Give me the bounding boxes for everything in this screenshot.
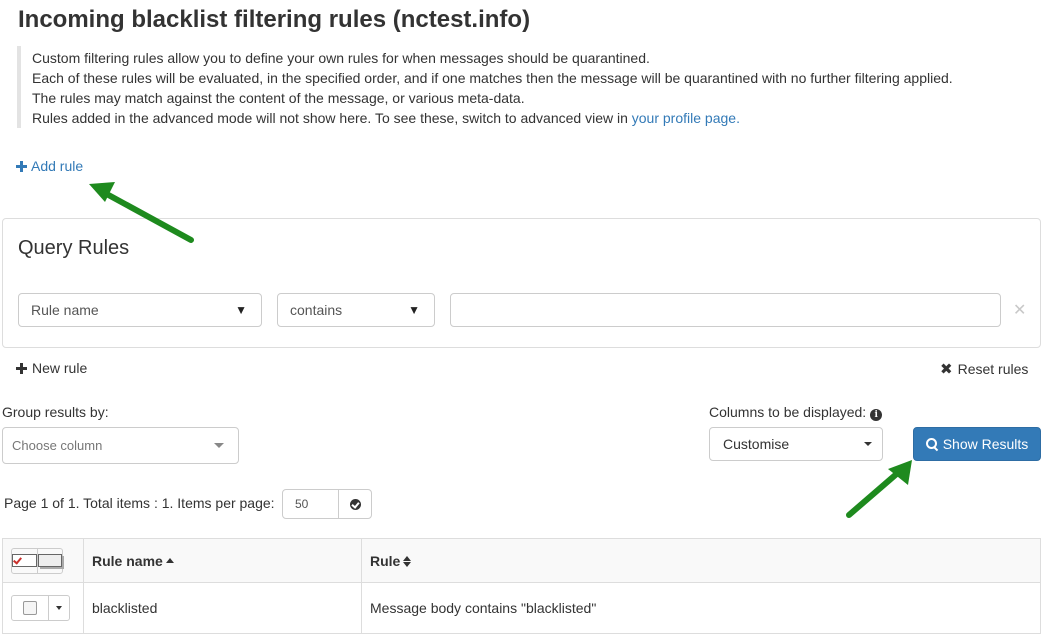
new-rule-button[interactable]: New rule bbox=[16, 360, 87, 376]
columns-label: Columns to be displayed: bbox=[709, 404, 867, 420]
rule-value-input[interactable] bbox=[450, 293, 1001, 327]
add-rule-label: Add rule bbox=[31, 158, 84, 174]
bulk-select-buttons bbox=[11, 547, 63, 574]
advanced-note: Rules added in the advanced mode will no… bbox=[32, 110, 628, 126]
group-by-placeholder: Choose column bbox=[12, 438, 103, 453]
info-line: Each of these rules will be evaluated, i… bbox=[32, 70, 953, 86]
select-none-button[interactable] bbox=[37, 548, 62, 573]
add-rule-link[interactable]: Add rule bbox=[16, 158, 83, 174]
caret-down-icon: ▼ bbox=[235, 303, 247, 317]
show-results-button[interactable]: Show Results bbox=[913, 427, 1041, 461]
select-column-header bbox=[2, 538, 84, 583]
annotation-arrow-icon bbox=[846, 460, 912, 518]
caret-down-icon bbox=[864, 442, 872, 446]
row-actions-dropdown[interactable] bbox=[49, 596, 69, 620]
checkbox-icon bbox=[23, 601, 37, 615]
column-header-rule[interactable]: Rule bbox=[361, 538, 1041, 583]
page-title: Incoming blacklist filtering rules (ncte… bbox=[18, 6, 531, 33]
reset-rules-label: Reset rules bbox=[957, 361, 1029, 377]
reset-rules-button[interactable]: ✖ Reset rules bbox=[940, 360, 1028, 378]
table-header-row: Rule name Rule bbox=[2, 538, 1041, 583]
apply-per-page-button[interactable] bbox=[339, 490, 371, 518]
select-all-button[interactable] bbox=[12, 549, 37, 573]
plus-icon bbox=[16, 362, 27, 374]
sort-icon bbox=[403, 555, 412, 567]
rule-field-select[interactable]: Rule name ▼ bbox=[18, 293, 262, 327]
remove-rule-icon[interactable]: ✕ bbox=[1013, 300, 1026, 320]
rules-table: Rule name Rule blacklisted Message body … bbox=[2, 538, 1041, 634]
column-header-label: Rule name bbox=[92, 552, 163, 569]
check-circle-icon bbox=[349, 498, 361, 510]
columns-label-wrap: Columns to be displayed: i bbox=[709, 404, 883, 421]
info-line: The rules may match against the content … bbox=[32, 90, 525, 106]
group-by-label: Group results by: bbox=[2, 404, 109, 420]
caret-down-icon: ▼ bbox=[408, 303, 420, 317]
info-line: Custom filtering rules allow you to defi… bbox=[32, 50, 650, 66]
rule-field-value: Rule name bbox=[31, 302, 99, 318]
select-all-icon bbox=[12, 554, 37, 567]
columns-select-value: Customise bbox=[723, 436, 790, 452]
group-by-select[interactable]: Choose column bbox=[2, 427, 239, 464]
operator-value: contains bbox=[290, 302, 343, 318]
info-icon[interactable]: i bbox=[870, 409, 883, 421]
items-per-page-input[interactable]: 50 bbox=[283, 490, 339, 518]
row-select-control bbox=[11, 595, 70, 621]
column-header-label: Rule bbox=[370, 552, 401, 569]
row-checkbox[interactable] bbox=[12, 596, 49, 620]
search-icon bbox=[925, 438, 938, 450]
profile-page-link[interactable]: your profile page. bbox=[632, 110, 740, 126]
info-box: Custom filtering rules allow you to defi… bbox=[17, 46, 1037, 128]
caret-down-icon bbox=[56, 606, 62, 610]
rule-cell: Message body contains "blacklisted" bbox=[361, 582, 1041, 634]
info-line: Rules added in the advanced mode will no… bbox=[32, 108, 1037, 128]
deselect-all-icon bbox=[38, 554, 62, 567]
items-per-page-control: 50 bbox=[282, 489, 372, 519]
operator-select[interactable]: contains ▼ bbox=[277, 293, 435, 327]
plus-icon bbox=[16, 160, 27, 172]
column-header-rule-name[interactable]: Rule name bbox=[83, 538, 362, 583]
pagination-summary: Page 1 of 1. Total items : 1. Items per … bbox=[4, 495, 275, 511]
row-select-cell bbox=[2, 582, 84, 634]
table-row: blacklisted Message body contains "black… bbox=[2, 582, 1041, 634]
sort-ascending-icon bbox=[165, 557, 174, 563]
show-results-label: Show Results bbox=[942, 436, 1029, 452]
rule-name-cell: blacklisted bbox=[83, 582, 362, 634]
chevron-down-icon bbox=[214, 443, 224, 448]
close-icon: ✖ bbox=[940, 361, 953, 378]
new-rule-label: New rule bbox=[32, 360, 88, 376]
annotation-arrow-icon bbox=[89, 182, 194, 243]
